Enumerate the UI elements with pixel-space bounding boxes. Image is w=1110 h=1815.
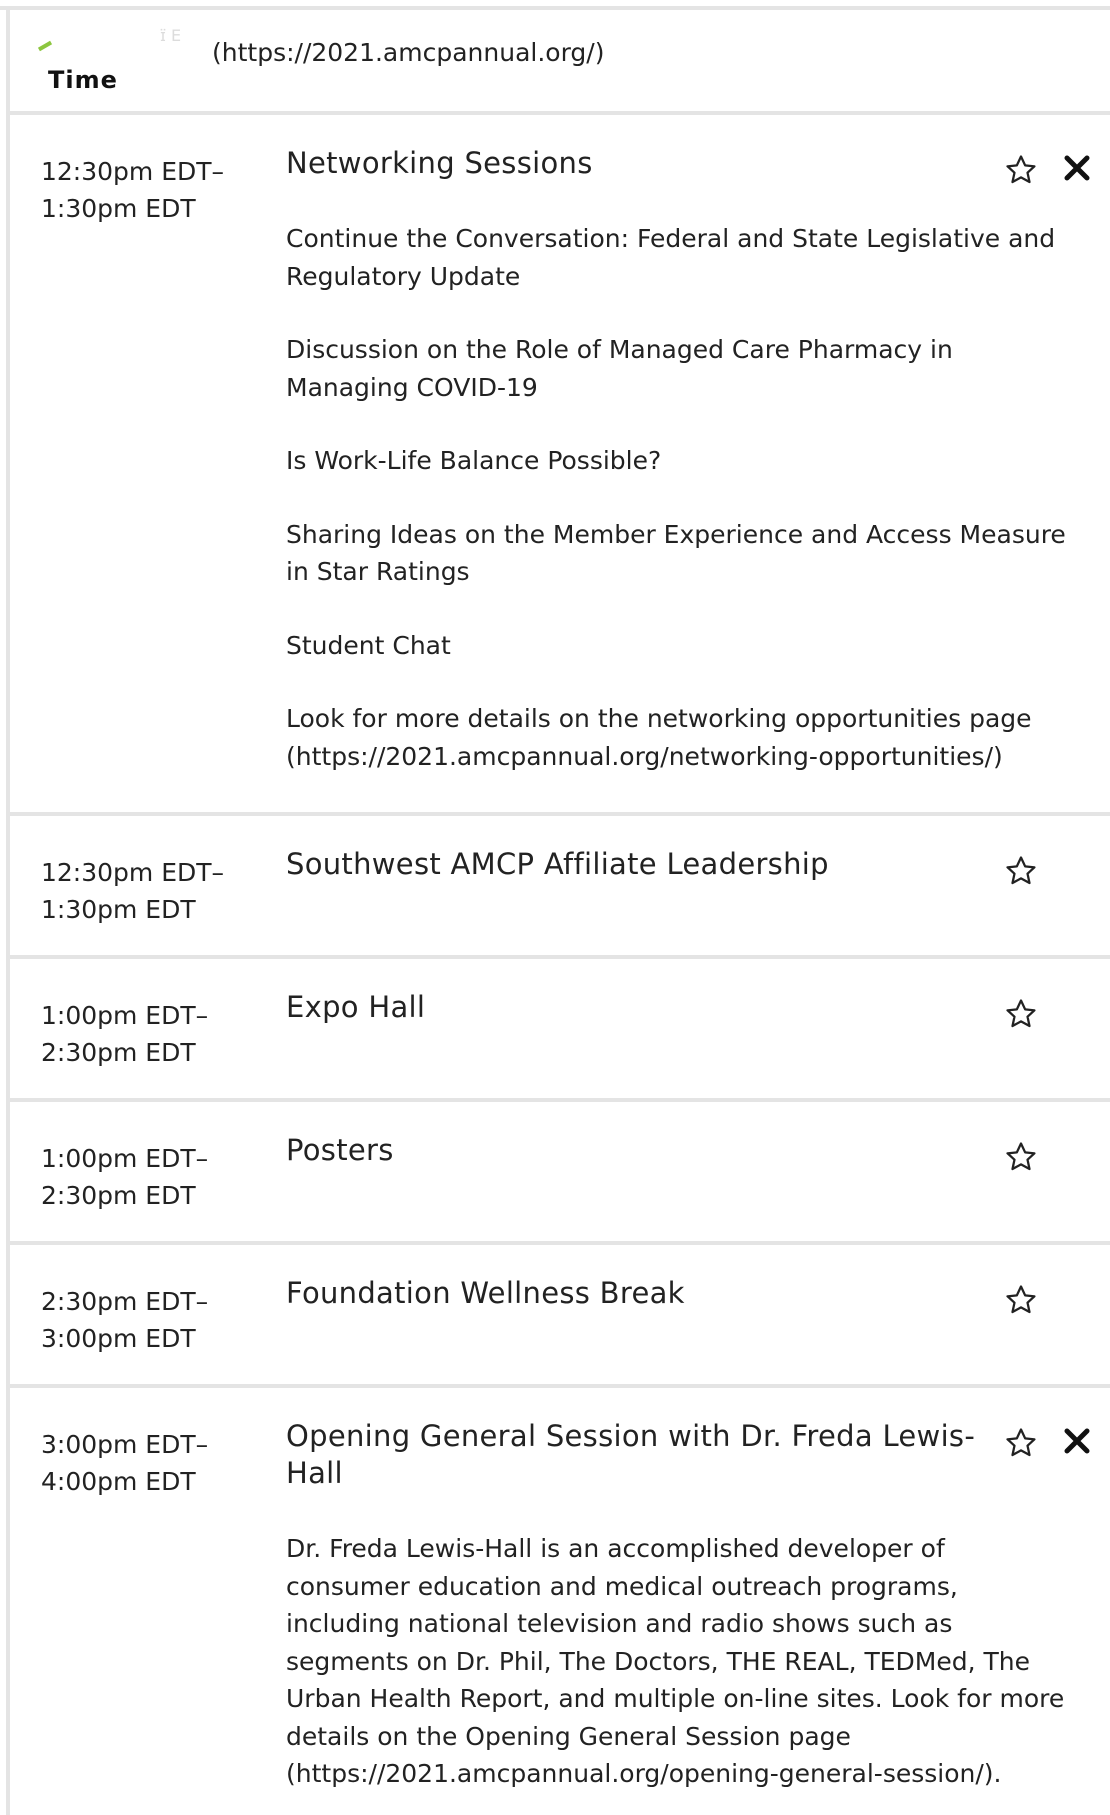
session-subitem: Continue the Conversation: Federal and S… xyxy=(286,224,1056,291)
session-time: 12:30pm EDT– 1:30pm EDT xyxy=(41,153,251,227)
session-subitem: Discussion on the Role of Managed Care P… xyxy=(286,335,953,402)
session-time-start: 2:30pm EDT– xyxy=(41,1287,209,1316)
session-time: 3:00pm EDT– 4:00pm EDT xyxy=(41,1426,251,1500)
star-outline-icon[interactable] xyxy=(1004,997,1038,1031)
session-title[interactable]: Posters xyxy=(286,1132,1066,1169)
session-title[interactable]: Expo Hall xyxy=(286,989,1066,1026)
session-title[interactable]: Southwest AMCP Affiliate Leadership xyxy=(286,846,1066,883)
session-row: 12:30pm EDT– 1:30pm EDT Networking Sessi… xyxy=(10,115,1110,816)
close-icon[interactable] xyxy=(1062,1426,1092,1456)
session-time-end: 2:30pm EDT xyxy=(41,1181,196,1210)
session-row: 12:30pm EDT– 1:30pm EDT Southwest AMCP A… xyxy=(10,816,1110,959)
session-time-start: 12:30pm EDT– xyxy=(41,157,225,186)
session-time: 1:00pm EDT– 2:30pm EDT xyxy=(41,997,251,1071)
star-outline-icon[interactable] xyxy=(1004,153,1038,187)
session-time-end: 4:00pm EDT xyxy=(41,1467,196,1496)
session-time-start: 1:00pm EDT– xyxy=(41,1144,209,1173)
session-row: 2:30pm EDT– 3:00pm EDT Foundation Wellne… xyxy=(10,1245,1110,1388)
session-time-end: 1:30pm EDT xyxy=(41,895,196,924)
site-logo[interactable]: Time xyxy=(36,30,126,94)
session-title[interactable]: Opening General Session with Dr. Freda L… xyxy=(286,1418,1006,1492)
page-header: Time ɪ̈ E (https://2021.amcpannual.org/) xyxy=(10,10,1110,115)
star-outline-icon[interactable] xyxy=(1004,1426,1038,1460)
session-subitem: Student Chat xyxy=(286,630,451,660)
schedule-page: Time ɪ̈ E (https://2021.amcpannual.org/)… xyxy=(0,0,1110,1815)
star-outline-icon[interactable] xyxy=(1004,1283,1038,1317)
session-content: Foundation Wellness Break xyxy=(286,1275,1066,1312)
session-content: Southwest AMCP Affiliate Leadership xyxy=(286,846,1066,883)
session-row: 3:00pm EDT– 4:00pm EDT Opening General S… xyxy=(10,1388,1110,1815)
session-content: Opening General Session with Dr. Freda L… xyxy=(286,1418,1066,1793)
session-title[interactable]: Networking Sessions xyxy=(286,145,1066,182)
session-title[interactable]: Foundation Wellness Break xyxy=(286,1275,1066,1312)
session-time-end: 3:00pm EDT xyxy=(41,1324,196,1353)
session-subitem: Sharing Ideas on the Member Experience a… xyxy=(286,519,1066,587)
star-outline-icon[interactable] xyxy=(1004,854,1038,888)
session-subitem[interactable]: Look for more details on the networking … xyxy=(286,700,1066,775)
logo-text: Time xyxy=(48,66,118,94)
session-time-start: 12:30pm EDT– xyxy=(41,858,225,887)
session-time: 12:30pm EDT– 1:30pm EDT xyxy=(41,854,251,928)
session-row: 1:00pm EDT– 2:30pm EDT Expo Hall xyxy=(10,959,1110,1102)
header-url-link[interactable]: (https://2021.amcpannual.org/) xyxy=(212,38,604,67)
logo-faint-text: ɪ̈ E xyxy=(160,26,182,45)
session-time-start: 3:00pm EDT– xyxy=(41,1430,209,1459)
close-icon[interactable] xyxy=(1062,153,1092,183)
session-time-start: 1:00pm EDT– xyxy=(41,1001,209,1030)
session-row: 1:00pm EDT– 2:30pm EDT Posters xyxy=(10,1102,1110,1245)
session-content: Posters xyxy=(286,1132,1066,1169)
session-content: Networking Sessions Continue the Convers… xyxy=(286,145,1066,775)
session-time: 1:00pm EDT– 2:30pm EDT xyxy=(41,1140,251,1214)
session-content: Expo Hall xyxy=(286,989,1066,1026)
session-time: 2:30pm EDT– 3:00pm EDT xyxy=(41,1283,251,1357)
logo-accent-mark xyxy=(37,40,53,52)
session-time-end: 2:30pm EDT xyxy=(41,1038,196,1067)
session-subitem: Is Work-Life Balance Possible? xyxy=(286,446,662,475)
session-description: Dr. Freda Lewis-Hall is an accomplished … xyxy=(286,1534,1065,1788)
star-outline-icon[interactable] xyxy=(1004,1140,1038,1174)
session-time-end: 1:30pm EDT xyxy=(41,194,196,223)
